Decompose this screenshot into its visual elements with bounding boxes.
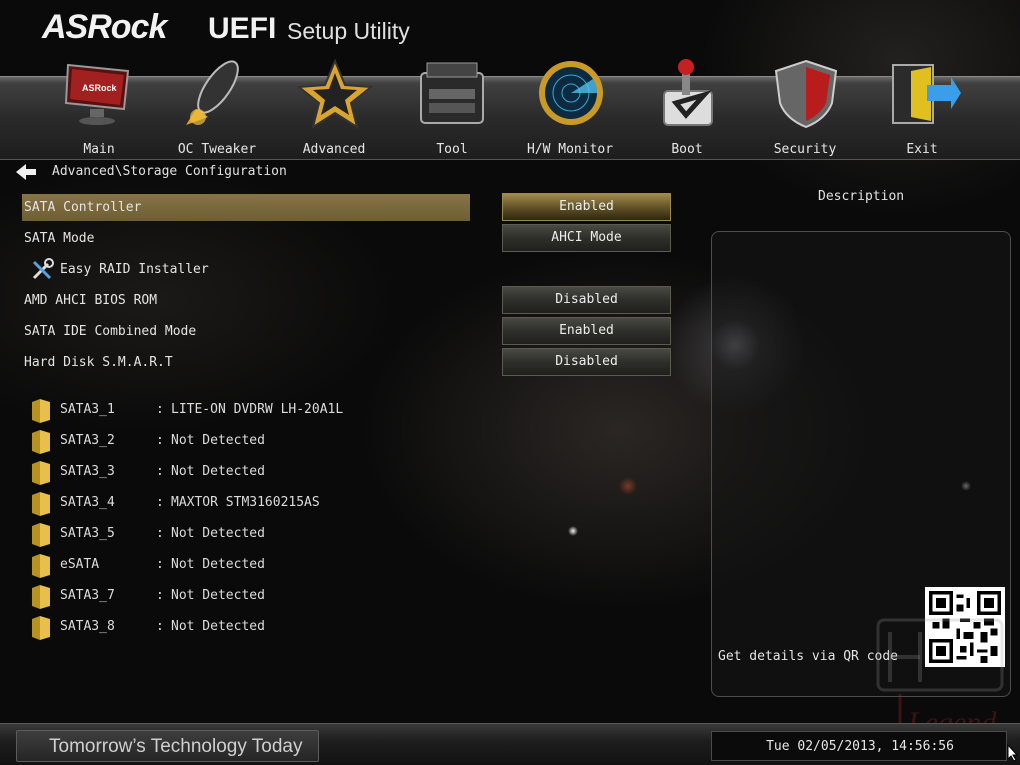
back-arrow-icon[interactable] bbox=[14, 162, 38, 182]
setting-sata-controller[interactable]: SATA Controller bbox=[22, 194, 470, 221]
nav-security[interactable]: Security bbox=[746, 59, 864, 161]
datetime: Tue 02/05/2013, 14:56:56 bbox=[766, 739, 954, 754]
exit-door-icon bbox=[892, 64, 961, 124]
brand-logo: ASRock bbox=[42, 8, 167, 46]
folder-icon bbox=[32, 430, 50, 454]
drive-port: SATA3_3 bbox=[60, 464, 115, 479]
drive-row: SATA3_2 : Not Detected bbox=[30, 429, 470, 454]
drive-port: SATA3_5 bbox=[60, 526, 115, 541]
setting-sata-mode[interactable]: SATA Mode bbox=[22, 225, 470, 252]
folder-icon bbox=[32, 585, 50, 609]
nav-oc-tweaker[interactable]: OC Tweaker bbox=[158, 60, 276, 161]
nav-label-advanced: Advanced bbox=[302, 142, 366, 157]
drive-separator: : bbox=[156, 433, 164, 448]
header: ASRock UEFI Setup Utility bbox=[0, 0, 1020, 76]
drive-device: Not Detected bbox=[171, 619, 265, 634]
setting-label: Easy RAID Installer bbox=[60, 262, 209, 277]
drive-device: Not Detected bbox=[171, 557, 265, 572]
setup-utility-title: Setup Utility bbox=[287, 18, 410, 44]
mouse-cursor-icon bbox=[1007, 744, 1019, 762]
nav-exit[interactable]: Exit bbox=[863, 64, 981, 161]
drive-port: SATA3_7 bbox=[60, 588, 115, 603]
drive-port: SATA3_8 bbox=[60, 619, 115, 634]
star-icon bbox=[296, 59, 373, 129]
drive-separator: : bbox=[156, 619, 164, 634]
description-title: Description bbox=[818, 189, 905, 204]
uefi-title: UEFI bbox=[208, 12, 277, 45]
monitor-icon: ASRock bbox=[64, 63, 130, 125]
setting-sata-ide-combined-mode[interactable]: SATA IDE Combined Mode bbox=[22, 318, 470, 345]
drive-row: eSATA : Not Detected bbox=[30, 553, 470, 578]
sata-ide-combined-mode-value[interactable]: Enabled bbox=[502, 317, 671, 345]
drive-device: LITE-ON DVDRW LH-20A1L bbox=[171, 402, 344, 417]
setting-easy-raid-installer[interactable]: Easy RAID Installer bbox=[22, 256, 470, 283]
drive-port: SATA3_2 bbox=[60, 433, 115, 448]
drive-separator: : bbox=[156, 557, 164, 572]
folder-icon bbox=[32, 461, 50, 485]
wrench-screwdriver-icon bbox=[32, 258, 54, 280]
sata-controller-value[interactable]: Enabled bbox=[502, 193, 671, 221]
drive-device: Not Detected bbox=[171, 588, 265, 603]
drive-device: Not Detected bbox=[171, 464, 265, 479]
hard-disk-smart-value[interactable]: Disabled bbox=[502, 348, 671, 376]
nav-advanced[interactable]: Advanced bbox=[275, 59, 393, 161]
folder-icon bbox=[32, 523, 50, 547]
setting-hard-disk-smart[interactable]: Hard Disk S.M.A.R.T bbox=[22, 349, 470, 376]
drive-separator: : bbox=[156, 464, 164, 479]
drive-separator: : bbox=[156, 526, 164, 541]
nav-main[interactable]: ASRock Main bbox=[40, 63, 158, 161]
datetime-box: Tue 02/05/2013, 14:56:56 bbox=[711, 731, 1007, 761]
drive-separator: : bbox=[156, 495, 164, 510]
drive-separator: : bbox=[156, 402, 164, 417]
drive-device: Not Detected bbox=[171, 526, 265, 541]
folder-icon bbox=[32, 399, 50, 423]
toolbox-icon bbox=[420, 62, 484, 124]
setting-label: SATA Mode bbox=[24, 231, 95, 246]
main-nav-bar: ASRock Main OC Tweaker Advanced Tool H/W… bbox=[0, 59, 1020, 161]
nav-label-main: Main bbox=[83, 142, 115, 157]
breadcrumb: Advanced\Storage Configuration bbox=[52, 164, 287, 179]
drive-row: SATA3_3 : Not Detected bbox=[30, 460, 470, 485]
drive-device: MAXTOR STM3160215AS bbox=[171, 495, 320, 510]
slogan: Tomorrow’s Technology Today bbox=[49, 736, 303, 757]
amd-ahci-bios-rom-value[interactable]: Disabled bbox=[502, 286, 671, 314]
drive-row: SATA3_8 : Not Detected bbox=[30, 615, 470, 640]
nav-label-oc-tweaker: OC Tweaker bbox=[177, 142, 257, 157]
setting-label: SATA Controller bbox=[24, 200, 142, 215]
joystick-icon bbox=[663, 59, 713, 126]
drive-row: SATA3_5 : Not Detected bbox=[30, 522, 470, 547]
nav-label-exit: Exit bbox=[906, 142, 938, 157]
nav-label-tool: Tool bbox=[436, 142, 468, 157]
drive-row: SATA3_1 : LITE-ON DVDRW LH-20A1L bbox=[30, 398, 470, 423]
nav-label-hw-monitor: H/W Monitor bbox=[526, 142, 614, 157]
drive-row: SATA3_7 : Not Detected bbox=[30, 584, 470, 609]
radar-icon bbox=[539, 61, 603, 125]
setting-label: SATA IDE Combined Mode bbox=[24, 324, 197, 339]
rocket-icon bbox=[186, 60, 239, 125]
drive-port: eSATA bbox=[60, 557, 100, 572]
slogan-box: Tomorrow’s Technology Today bbox=[16, 730, 319, 762]
nav-hw-monitor[interactable]: H/W Monitor bbox=[511, 61, 629, 161]
drive-port: SATA3_1 bbox=[60, 402, 115, 417]
folder-icon bbox=[32, 554, 50, 578]
setting-label: Hard Disk S.M.A.R.T bbox=[24, 355, 173, 370]
shield-icon bbox=[774, 59, 838, 129]
drive-port: SATA3_4 bbox=[60, 495, 115, 510]
footer-bar: Tomorrow’s Technology Today Tue 02/05/20… bbox=[0, 723, 1020, 765]
nav-label-boot: Boot bbox=[671, 142, 703, 157]
setting-amd-ahci-bios-rom[interactable]: AMD AHCI BIOS ROM bbox=[22, 287, 470, 314]
nav-label-security: Security bbox=[773, 142, 837, 157]
drive-row: SATA3_4 : MAXTOR STM3160215AS bbox=[30, 491, 470, 516]
folder-icon bbox=[32, 492, 50, 516]
nav-tool[interactable]: Tool bbox=[393, 62, 511, 161]
sata-mode-value[interactable]: AHCI Mode bbox=[502, 224, 671, 252]
drive-separator: : bbox=[156, 588, 164, 603]
setting-label: AMD AHCI BIOS ROM bbox=[24, 293, 158, 308]
folder-icon bbox=[32, 616, 50, 640]
svg-text:ASRock: ASRock bbox=[82, 83, 118, 93]
nav-boot[interactable]: Boot bbox=[628, 59, 746, 161]
drive-device: Not Detected bbox=[171, 433, 265, 448]
